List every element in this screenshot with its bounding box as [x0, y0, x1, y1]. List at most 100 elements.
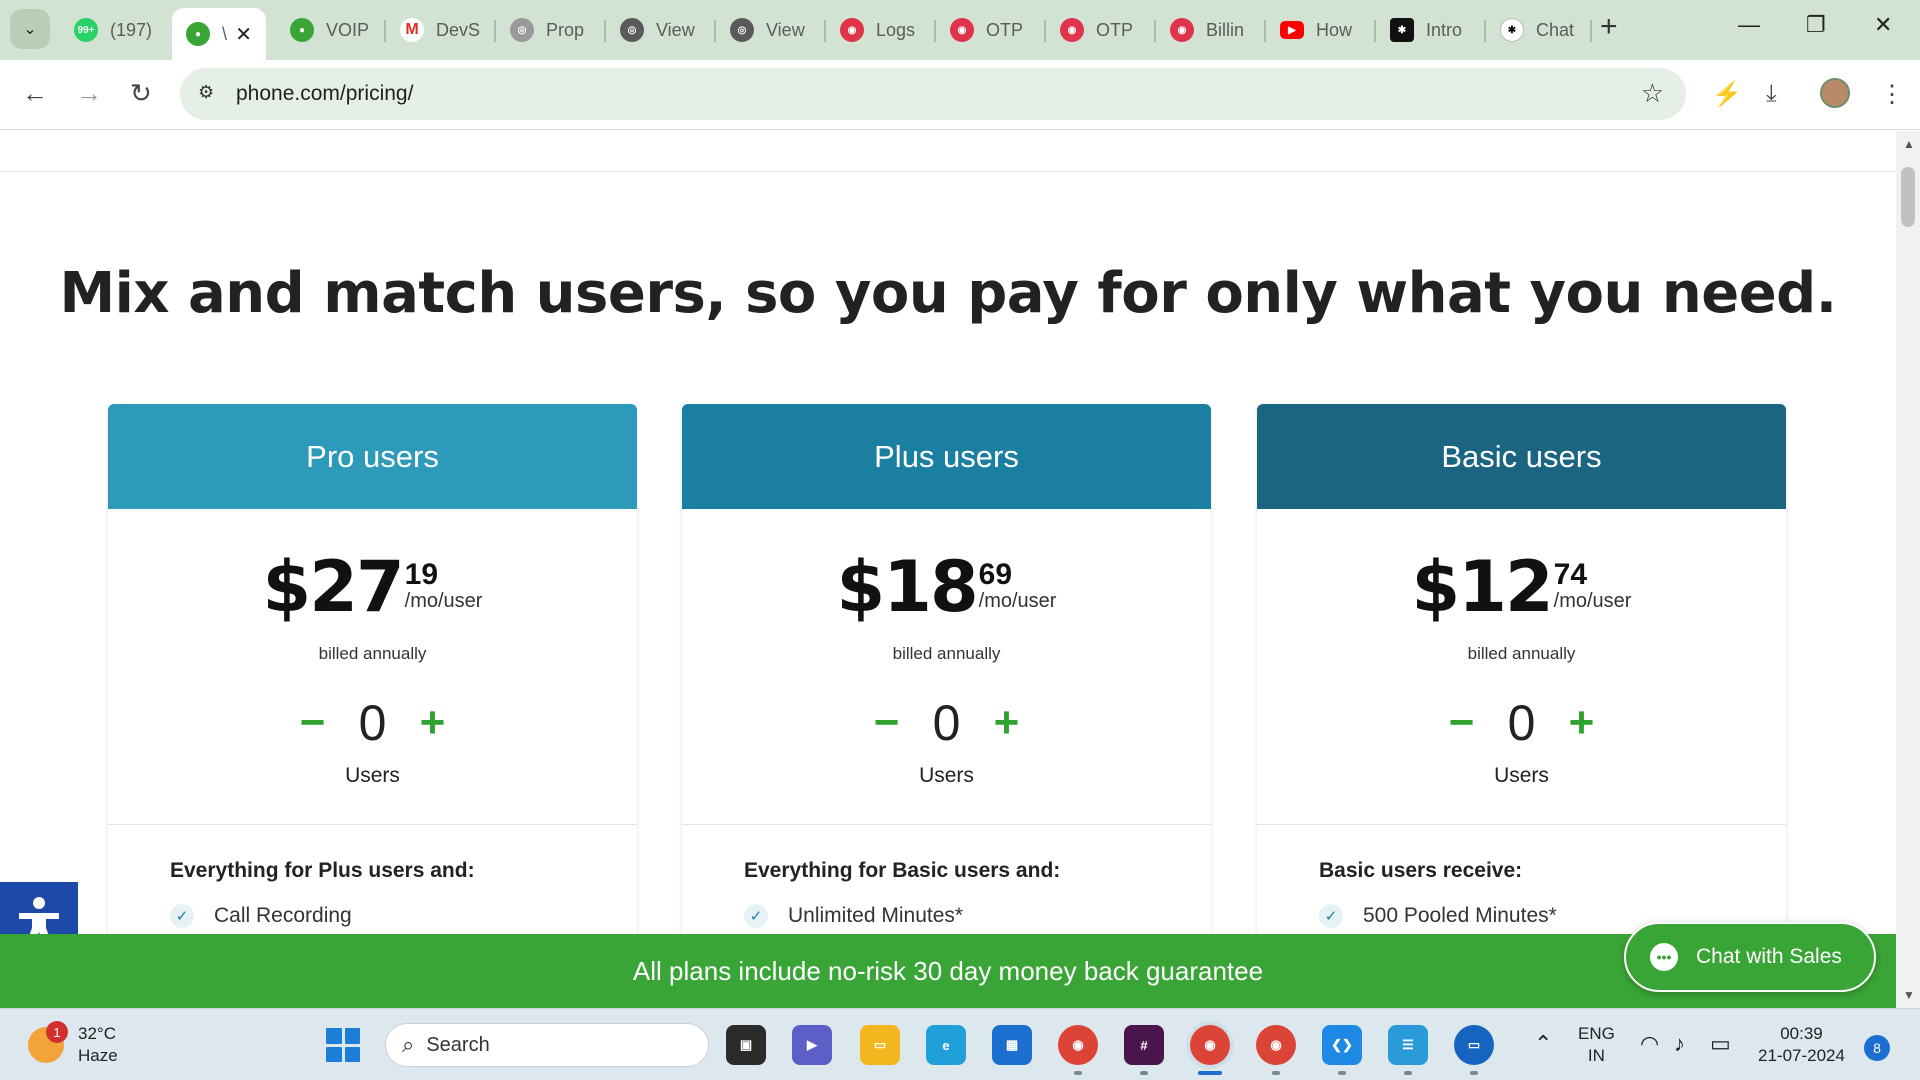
- slack-icon[interactable]: #: [1124, 1025, 1164, 1065]
- menu-kebab-icon[interactable]: ⋮: [1880, 80, 1904, 109]
- price-whole: $27: [262, 546, 405, 628]
- task-view-icon[interactable]: ▣: [726, 1025, 766, 1065]
- volume-icon[interactable]: ♪: [1674, 1031, 1685, 1057]
- notification-badge[interactable]: 8: [1864, 1035, 1890, 1061]
- new-tab-button[interactable]: +: [1600, 10, 1618, 44]
- price-unit: /mo/user: [1553, 590, 1632, 612]
- browser-tab-active[interactable]: ● \ ✕: [172, 8, 266, 60]
- clock-date: 21-07-2024: [1758, 1046, 1845, 1065]
- taskbar-search[interactable]: ⌕ Search: [385, 1023, 709, 1067]
- url-text[interactable]: phone.com/pricing/: [236, 82, 413, 106]
- browser-tab[interactable]: ◎ Prop: [496, 8, 600, 52]
- teams-chat-icon[interactable]: ▶: [792, 1025, 832, 1065]
- performance-icon[interactable]: ⚡: [1712, 80, 1742, 109]
- browser-tab[interactable]: ▶ How: [1266, 8, 1370, 52]
- browser-tab[interactable]: ◉ OTP: [936, 8, 1040, 52]
- browser-tab[interactable]: ◉ OTP: [1046, 8, 1150, 52]
- plan-title: Plus users: [682, 404, 1211, 509]
- guarantee-banner: All plans include no-risk 30 day money b…: [0, 934, 1896, 1008]
- scroll-down-arrow-icon[interactable]: ▼: [1903, 988, 1915, 1002]
- close-window-icon[interactable]: ✕: [1874, 12, 1892, 38]
- tab-search-button[interactable]: ⌄: [10, 9, 50, 49]
- chat-with-sales-button[interactable]: ••• Chat with Sales: [1624, 922, 1876, 992]
- browser-tab[interactable]: 99+ (197): [60, 8, 170, 52]
- user-count[interactable]: 0: [1482, 694, 1562, 752]
- page-divider: [0, 171, 1896, 172]
- download-icon[interactable]: ⤓: [1766, 80, 1777, 108]
- store-icon[interactable]: ▦: [992, 1025, 1032, 1065]
- address-bar[interactable]: ⚙ phone.com/pricing/ ☆: [180, 68, 1686, 120]
- back-arrow-icon[interactable]: ←: [22, 78, 48, 109]
- chatgpt-icon: ✱: [1500, 18, 1524, 42]
- tray-chevron-up-icon[interactable]: ⌃: [1534, 1031, 1552, 1057]
- tab-label: OTP: [986, 19, 1024, 40]
- language-indicator[interactable]: ENG IN: [1578, 1023, 1615, 1067]
- profile-avatar[interactable]: [1820, 78, 1850, 108]
- user-count-stepper: − 0 +: [108, 694, 637, 752]
- site-settings-icon[interactable]: ⚙: [198, 82, 222, 106]
- user-count-stepper: − 0 +: [682, 694, 1211, 752]
- tab-label: Intro: [1426, 19, 1463, 40]
- decrement-button[interactable]: −: [1442, 698, 1482, 748]
- guarantee-text: All plans include no-risk 30 day money b…: [632, 955, 1264, 986]
- accessibility-button[interactable]: [0, 882, 78, 934]
- price: $12 74 /mo/user: [1257, 552, 1786, 622]
- reload-icon[interactable]: ↻: [130, 78, 152, 109]
- close-tab-icon[interactable]: ✕: [235, 22, 252, 47]
- chrome-icon[interactable]: ◉: [1058, 1025, 1098, 1065]
- browser-tab[interactable]: ◎ View: [716, 8, 820, 52]
- increment-button[interactable]: +: [413, 698, 453, 748]
- clock[interactable]: 00:39 21-07-2024: [1758, 1023, 1845, 1067]
- decrement-button[interactable]: −: [867, 698, 907, 748]
- scroll-up-arrow-icon[interactable]: ▲: [1903, 137, 1915, 151]
- tab-label: Prop: [546, 19, 585, 40]
- scroll-thumb[interactable]: [1901, 167, 1915, 227]
- wifi-icon[interactable]: ◠: [1640, 1031, 1659, 1057]
- notepad-icon[interactable]: ☰: [1388, 1025, 1428, 1065]
- restore-icon[interactable]: ❐: [1806, 12, 1826, 38]
- user-count[interactable]: 0: [333, 694, 413, 752]
- feature-item: ✓ Unlimited Minutes*: [744, 904, 963, 928]
- remote-desktop-icon[interactable]: ▭: [1454, 1025, 1494, 1065]
- battery-icon[interactable]: ▭: [1710, 1031, 1731, 1057]
- card-divider: [108, 824, 637, 825]
- browser-tab[interactable]: ✱ Chat: [1486, 8, 1590, 52]
- user-count[interactable]: 0: [907, 694, 987, 752]
- price-unit: /mo/user: [404, 590, 483, 612]
- users-label: Users: [919, 764, 974, 787]
- chrome-profile-icon[interactable]: ◉: [1256, 1025, 1296, 1065]
- vscode-icon[interactable]: ❮❯: [1322, 1025, 1362, 1065]
- edge-icon[interactable]: e: [926, 1025, 966, 1065]
- price-whole: $18: [836, 546, 979, 628]
- features-title: Basic users receive:: [1319, 859, 1523, 882]
- weather-temp: 32°C: [78, 1024, 116, 1043]
- tab-label: Chat: [1536, 19, 1575, 40]
- chrome-active-icon[interactable]: ◉: [1190, 1025, 1230, 1065]
- feature-label: Call Recording: [214, 904, 352, 927]
- increment-button[interactable]: +: [987, 698, 1027, 748]
- weather-widget[interactable]: 1 32°C Haze: [28, 1021, 118, 1067]
- minimize-icon[interactable]: —: [1738, 12, 1760, 38]
- browser-tab[interactable]: ◎ View: [606, 8, 710, 52]
- tab-label: View: [656, 19, 695, 40]
- increment-button[interactable]: +: [1562, 698, 1602, 748]
- decrement-button[interactable]: −: [293, 698, 333, 748]
- billing-note: billed annually: [1467, 644, 1576, 663]
- bookmark-star-icon[interactable]: ☆: [1641, 78, 1664, 109]
- forward-arrow-icon[interactable]: →: [76, 78, 102, 109]
- accessibility-icon: [19, 897, 59, 934]
- youtube-icon: ▶: [1280, 21, 1304, 39]
- file-explorer-icon[interactable]: ▭: [860, 1025, 900, 1065]
- users-label: Users: [345, 764, 400, 787]
- browser-tab[interactable]: M DevS: [386, 8, 490, 52]
- browser-tab[interactable]: ◉ Billin: [1156, 8, 1260, 52]
- browser-tab[interactable]: ● VOIP: [276, 8, 380, 52]
- page-scrollbar[interactable]: ▲ ▼: [1896, 131, 1920, 1008]
- price: $27 19 /mo/user: [108, 552, 637, 622]
- browser-tab[interactable]: ◉ Logs: [826, 8, 930, 52]
- browser-tab[interactable]: ✱ Intro: [1376, 8, 1480, 52]
- feature-label: 500 Pooled Minutes*: [1363, 904, 1557, 927]
- card-divider: [682, 824, 1211, 825]
- feature-label: Unlimited Minutes*: [788, 904, 964, 927]
- windows-start-icon[interactable]: [326, 1028, 360, 1062]
